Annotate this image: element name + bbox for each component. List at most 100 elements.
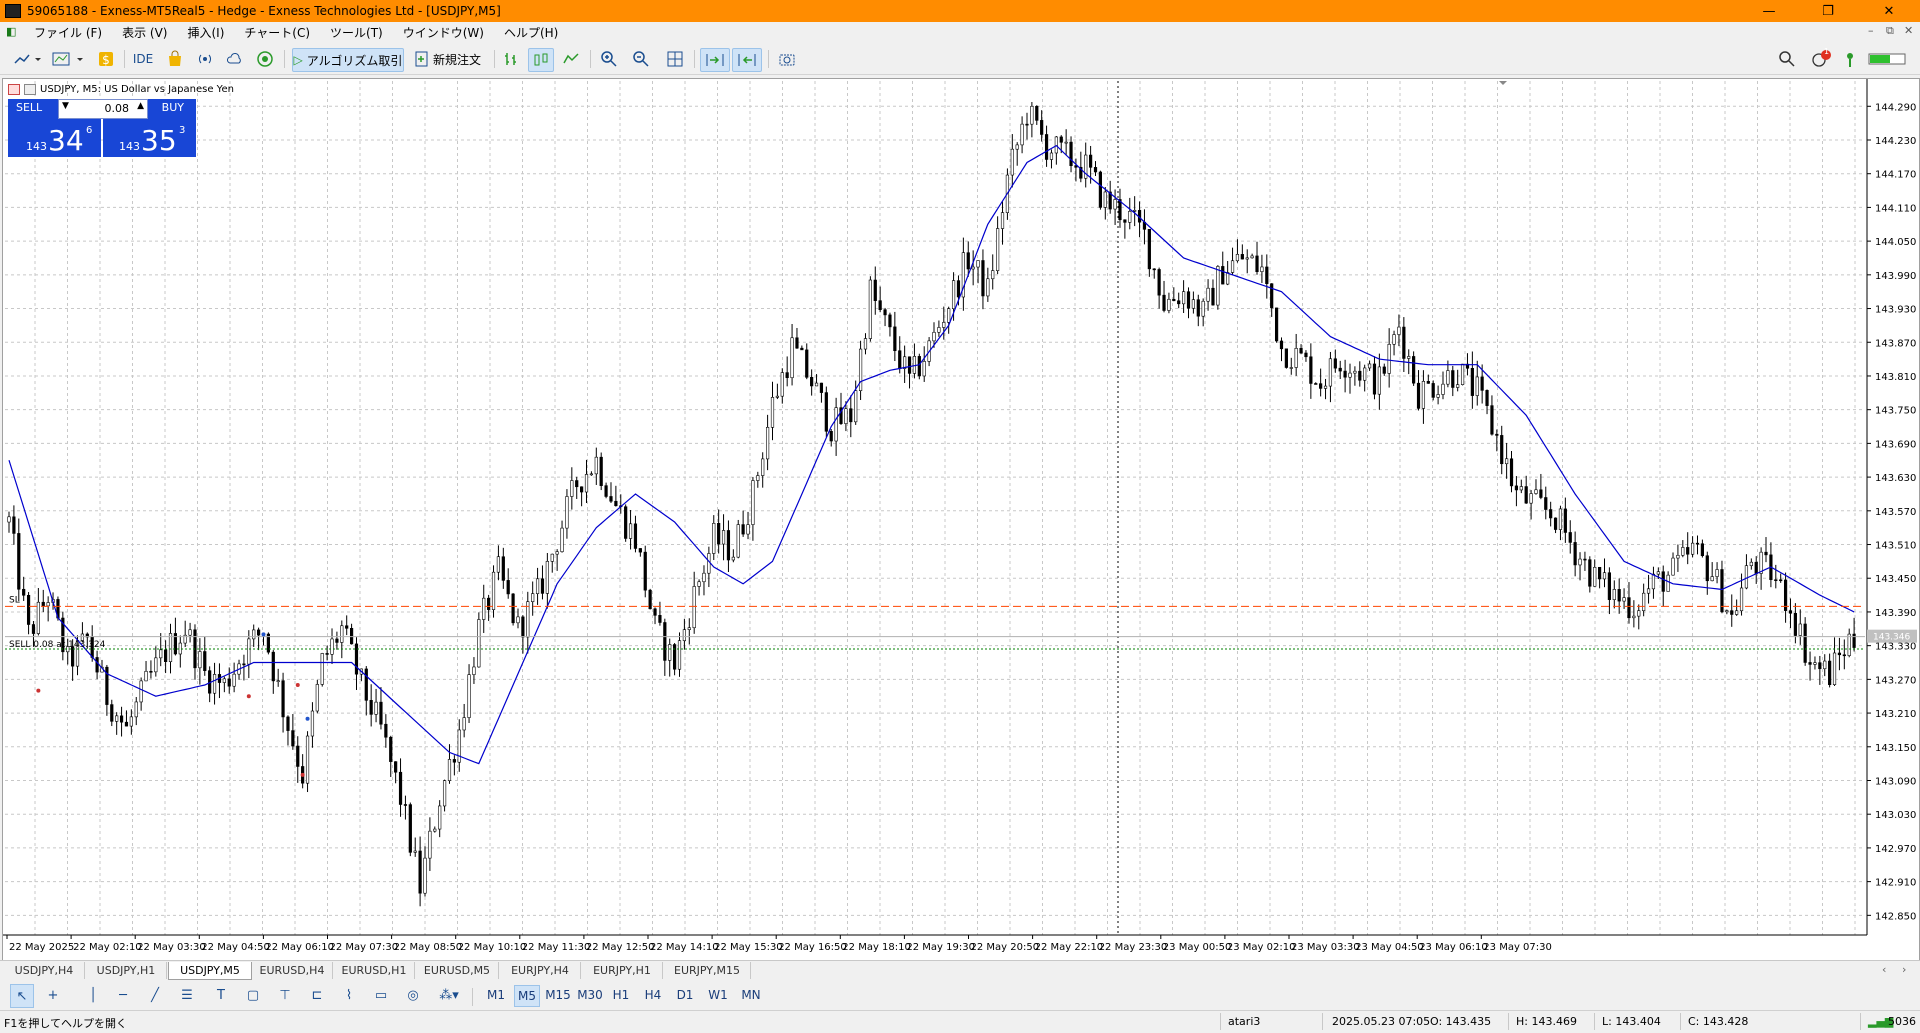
menu-help[interactable]: ヘルプ(H)	[494, 24, 568, 41]
menu-view[interactable]: 表示 (V)	[112, 24, 177, 41]
mdi-close-icon[interactable]: ✕	[1904, 24, 1913, 37]
menu-insert[interactable]: 挿入(I)	[177, 24, 234, 41]
mdi-restore-icon[interactable]: ⧉	[1886, 24, 1894, 38]
candle-body	[496, 556, 501, 573]
chart-templates-button[interactable]	[50, 48, 86, 70]
menu-chart[interactable]: チャート(C)	[234, 24, 320, 41]
autoscroll-button[interactable]	[700, 48, 730, 72]
screenshot-button[interactable]	[776, 48, 798, 70]
candle-body	[12, 516, 16, 534]
text-label-tool[interactable]: ⊤	[274, 984, 296, 1006]
timeframe-mn[interactable]: MN	[738, 985, 764, 1005]
candle-body	[227, 678, 231, 687]
mdi-minimize-icon[interactable]: –	[1868, 24, 1874, 37]
more-objects-tool[interactable]: ⁂▾	[434, 984, 464, 1006]
chart-type-button[interactable]	[12, 48, 42, 70]
menu-window[interactable]: ウインドウ(W)	[393, 24, 494, 41]
timeframe-m30[interactable]: M30	[576, 985, 604, 1005]
volume-value: 0.08	[104, 102, 130, 115]
mt5-menu-icon[interactable]: ◧	[6, 26, 18, 38]
timeframe-m1[interactable]: M1	[484, 985, 508, 1005]
vertical-line-tool[interactable]: │	[82, 984, 104, 1006]
maximize-button[interactable]: ❐	[1805, 0, 1851, 22]
indicators-tool[interactable]: ⌇	[338, 984, 360, 1006]
tab-eurjpy-h1[interactable]: EURJPY,H1	[582, 962, 663, 979]
notifications-button[interactable]: 1	[1808, 47, 1834, 70]
chart-properties-icon[interactable]	[24, 84, 36, 95]
time-tick-label: 22 May 23:30	[1099, 942, 1168, 953]
timeframe-m5[interactable]: M5	[514, 985, 540, 1007]
shapes-tool[interactable]: ▢	[242, 984, 264, 1006]
tab-eurjpy-m15[interactable]: EURJPY,M15	[664, 962, 751, 979]
crosshair-tool[interactable]: +	[42, 984, 64, 1006]
timeframe-w1[interactable]: W1	[706, 985, 730, 1005]
candle-body	[844, 408, 848, 424]
tab-eurjpy-h4[interactable]: EURJPY,H4	[500, 962, 581, 979]
trendline-tool[interactable]: ╱	[144, 984, 166, 1006]
indicator-icon: ⌇	[345, 987, 353, 1003]
cycle-tool[interactable]: ◎	[402, 984, 424, 1006]
market-button[interactable]	[164, 48, 186, 70]
price-tick-label: 143.090	[1875, 776, 1916, 787]
vps-button[interactable]	[224, 48, 246, 70]
timeframe-h4[interactable]: H4	[642, 985, 664, 1005]
candle-body	[1715, 569, 1719, 577]
candle-body	[1656, 571, 1660, 575]
candle-body	[721, 530, 726, 545]
bar-chart-button[interactable]	[500, 48, 522, 70]
arrows-tool[interactable]: ⊏	[306, 984, 328, 1006]
candlestick-button[interactable]	[528, 48, 554, 72]
menu-tools[interactable]: ツール(T)	[320, 24, 393, 41]
market-watch-button[interactable]: $	[96, 48, 116, 70]
tabs-scroll-left-icon[interactable]: ‹	[1882, 963, 1886, 976]
timeframe-m15[interactable]: M15	[544, 985, 572, 1005]
volume-input[interactable]: ▼ 0.08 ▲	[58, 99, 148, 119]
tab-eurusd-h1[interactable]: EURUSD,H1	[334, 962, 415, 979]
candle-body	[638, 548, 642, 553]
time-tick-label: 22 May 16:50	[778, 942, 847, 953]
zoom-in-button[interactable]	[598, 48, 620, 70]
candle-body	[1250, 255, 1254, 259]
chart-shift-button[interactable]	[732, 48, 762, 72]
chart-window[interactable]: 144.290 144.230 144.170 144.110 144.050 143.9…	[2, 78, 1920, 964]
tab-eurusd-h4[interactable]: EURUSD,H4	[252, 962, 333, 979]
algo-trading-button[interactable]: ▷ アルゴリズム取引	[292, 48, 404, 72]
zoom-out-button[interactable]	[630, 48, 652, 70]
profile-name[interactable]: atari3	[1228, 1015, 1260, 1028]
candle-body	[1412, 356, 1416, 384]
candle-body	[1593, 566, 1597, 587]
timeframe-h1[interactable]: H1	[610, 985, 632, 1005]
signal-strength-button[interactable]	[1840, 48, 1860, 70]
menu-file[interactable]: ファイル (F)	[24, 24, 112, 41]
signals-button[interactable]	[194, 48, 216, 70]
search-button[interactable]	[1776, 48, 1798, 70]
tab-usdjpy-h1[interactable]: USDJPY,H1	[86, 962, 167, 979]
line-button[interactable]	[560, 48, 582, 70]
ide-button[interactable]: IDE	[130, 48, 156, 70]
volume-up-icon[interactable]: ▲	[137, 101, 144, 111]
price-chart[interactable]: 144.290 144.230 144.170 144.110 144.050 143.9…	[3, 79, 1919, 963]
channel-tool[interactable]: ☰	[176, 984, 198, 1006]
horizontal-line-tool[interactable]: ─	[112, 984, 134, 1006]
volume-down-icon[interactable]: ▼	[62, 101, 69, 111]
tile-windows-button[interactable]	[664, 48, 686, 70]
candle-body	[1539, 489, 1543, 498]
candle-body	[785, 372, 789, 379]
text-tool[interactable]: T	[210, 984, 232, 1006]
candle-body	[345, 625, 349, 629]
minimize-button[interactable]: —	[1746, 0, 1792, 22]
timeframe-d1[interactable]: D1	[674, 985, 696, 1005]
tabs-scroll-right-icon[interactable]: ›	[1902, 963, 1906, 976]
objects-tool[interactable]: ▭	[370, 984, 392, 1006]
tab-usdjpy-m5[interactable]: USDJPY,M5	[168, 962, 252, 980]
close-button[interactable]: ✕	[1866, 0, 1912, 22]
cursor-tool[interactable]: ↖	[10, 984, 34, 1008]
line-icon	[563, 53, 579, 64]
candle-body	[1069, 141, 1073, 166]
candle-body	[349, 628, 354, 645]
community-button[interactable]	[254, 48, 276, 70]
tab-eurusd-m5[interactable]: EURUSD,M5	[416, 962, 499, 979]
tab-usdjpy-h4[interactable]: USDJPY,H4	[4, 962, 85, 979]
candle-body	[971, 266, 975, 270]
new-order-button[interactable]: 新規注文	[410, 48, 486, 70]
